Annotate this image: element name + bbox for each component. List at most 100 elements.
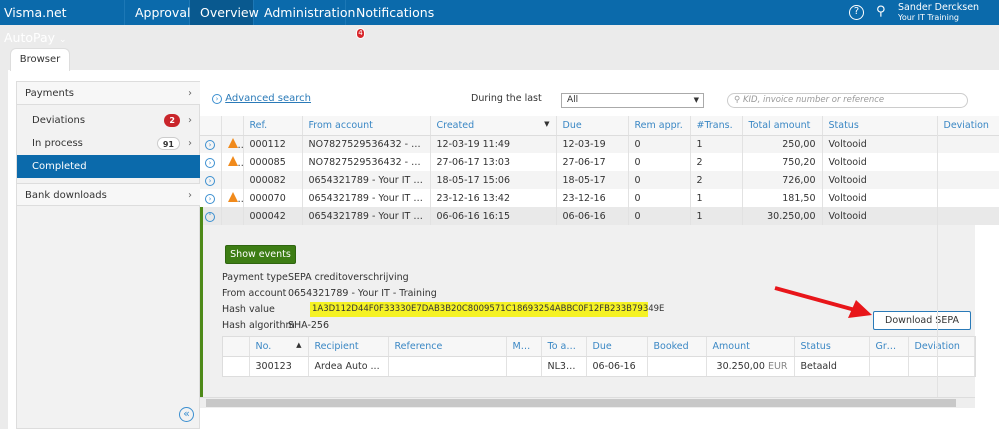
col-trans[interactable]: #Trans. (690, 116, 743, 136)
cell-rem: 0 (628, 189, 691, 207)
expand-icon[interactable]: › (205, 175, 215, 186)
cell-rem: 0 (628, 135, 691, 153)
col-status[interactable]: Status (822, 116, 938, 136)
cell-booked (647, 356, 707, 376)
cell-status: Voltooid (822, 189, 938, 207)
currency: EUR (767, 360, 788, 372)
col-due[interactable]: Due (586, 337, 648, 357)
col-ref[interactable]: Ref. (243, 116, 303, 136)
expand-icon[interactable]: › (205, 193, 215, 204)
col-from[interactable]: From account (302, 116, 431, 136)
cell-total: 250,00 (742, 135, 823, 153)
user-icon: ⚲ (876, 4, 886, 19)
top-nav: Visma.net AutoPay ⌄ Approval Overview Ad… (0, 0, 999, 45)
chevron-down-icon: ⌄ (59, 35, 67, 45)
cell-created: 27-06-17 13:03 (430, 153, 557, 171)
table-row[interactable]: 300123 Ardea Auto ... NL36I... 06-06-16 … (223, 356, 975, 376)
sidebar-item-deviations[interactable]: Deviations 2 › (17, 109, 200, 132)
label: Created (436, 119, 475, 131)
brand-label: Visma.net AutoPay (4, 5, 67, 45)
chevron-circle-icon: › (212, 94, 222, 104)
cell-total: 181,50 (742, 189, 823, 207)
during-select[interactable]: All ▼ (561, 93, 704, 108)
cell-rem: 0 (628, 171, 691, 189)
col-to-account[interactable]: To ac... (541, 337, 587, 357)
cell-created: 23-12-16 13:42 (430, 189, 557, 207)
expand-icon[interactable]: › (200, 135, 222, 153)
cell-total: 30.250,00 (742, 207, 823, 225)
warning-icon (221, 135, 244, 153)
sidebar-item-payments[interactable]: Payments › (17, 82, 200, 105)
dropdown-arrow-icon: ▼ (693, 96, 699, 104)
sidebar-item-in-process[interactable]: In process 91 › (17, 132, 200, 155)
sidebar-item-bank-downloads[interactable]: Bank downloads › (17, 183, 200, 206)
table-row[interactable]: ›0000820654321789 - Your IT - Trai...18-… (200, 171, 999, 189)
cell-status: Betaald (794, 356, 870, 376)
expand-icon[interactable]: › (200, 153, 222, 171)
col-no[interactable]: No. ▲ (249, 337, 309, 357)
label: No. (255, 340, 272, 352)
sidebar-item-completed[interactable]: Completed (17, 155, 200, 178)
expand-icon[interactable]: ˅ (200, 207, 222, 225)
advanced-search[interactable]: › Advanced search (212, 93, 311, 104)
horizontal-scrollbar[interactable] (200, 397, 975, 408)
col-rem[interactable]: Rem appr. (628, 116, 691, 136)
cell-due: 18-05-17 (556, 171, 629, 189)
table-row[interactable]: ›0000700654321789 - Your IT - Trai...23-… (200, 189, 999, 207)
cell-from: NO7827529536432 - Evry (302, 135, 431, 153)
cell-recipient: Ardea Auto ... (308, 356, 389, 376)
label: Deviations (32, 115, 86, 126)
expand-icon[interactable]: › (200, 189, 222, 207)
user-name[interactable]: Sander Dercksen (898, 2, 979, 13)
chevron-right-icon: › (188, 190, 192, 201)
scrollbar-thumb[interactable] (206, 399, 956, 407)
col-total[interactable]: Total amount (742, 116, 823, 136)
show-events-button[interactable]: Show events (225, 245, 296, 264)
expand-icon[interactable]: ˅ (205, 211, 215, 222)
selected-indicator (200, 207, 203, 225)
cell-from: 0654321789 - Your IT - Trai... (302, 189, 431, 207)
search-placeholder: KID, invoice number or reference (742, 95, 885, 105)
nav-approval[interactable]: Approval (125, 0, 190, 25)
col-status[interactable]: Status (794, 337, 870, 357)
amount: 30.250,00 (716, 360, 765, 372)
label: Payments (25, 88, 74, 99)
cell-from: 0654321789 - Your IT - Trai... (302, 171, 431, 189)
col-message[interactable]: Mes... (506, 337, 542, 357)
cell-due: 06-06-16 (556, 207, 629, 225)
cell-from: 0654321789 - Your IT - Trai... (302, 207, 431, 225)
help-icon[interactable]: ? (849, 5, 864, 20)
search-input[interactable]: ⚲ KID, invoice number or reference (727, 93, 968, 108)
nav-notifications[interactable]: Notifications 4 (346, 0, 436, 39)
deviations-count-badge: 2 (164, 114, 180, 127)
col-created[interactable]: Created ▼ (430, 116, 557, 136)
expand-icon[interactable]: › (200, 171, 222, 189)
chevron-right-icon: › (188, 138, 192, 149)
cell-created: 12-03-19 11:49 (430, 135, 557, 153)
tab-browser[interactable]: Browser (10, 48, 70, 71)
table-row[interactable]: › 000112 NO7827529536432 - Evry 12-03-19 11… (200, 135, 999, 153)
col-recipient[interactable]: Recipient (308, 337, 389, 357)
vertical-scrollbar[interactable] (937, 135, 974, 397)
collapse-sidebar-icon[interactable]: « (179, 407, 194, 422)
in-process-count-badge: 91 (156, 137, 180, 150)
hash-algorithm-label: Hash algorithm (222, 320, 295, 331)
table-row[interactable]: › 000085 NO7827529536432 - Evry 27-06-17 13… (200, 153, 999, 171)
sort-asc-icon: ▲ (296, 340, 302, 349)
brand-menu[interactable]: Visma.net AutoPay ⌄ (0, 0, 125, 45)
expand-icon[interactable]: › (205, 139, 215, 150)
advanced-search-link[interactable]: Advanced search (225, 93, 311, 104)
nav-administration[interactable]: Administration (254, 0, 355, 25)
col-reference[interactable]: Reference (388, 337, 507, 357)
expand-icon[interactable]: › (205, 157, 215, 168)
col-deviation[interactable]: Deviation (937, 116, 999, 136)
nav-overview[interactable]: Overview (190, 0, 259, 25)
table-row[interactable]: ˅0000420654321789 - Your IT - Trai...06-… (200, 207, 999, 225)
cell-to-account: NL36I... (541, 356, 587, 376)
col-group[interactable]: Group (869, 337, 909, 357)
cell-ref: 000085 (243, 153, 303, 171)
col-due[interactable]: Due (556, 116, 629, 136)
col-amount[interactable]: Amount (706, 337, 795, 357)
col-booked[interactable]: Booked (647, 337, 707, 357)
chevron-right-icon: › (188, 115, 192, 126)
